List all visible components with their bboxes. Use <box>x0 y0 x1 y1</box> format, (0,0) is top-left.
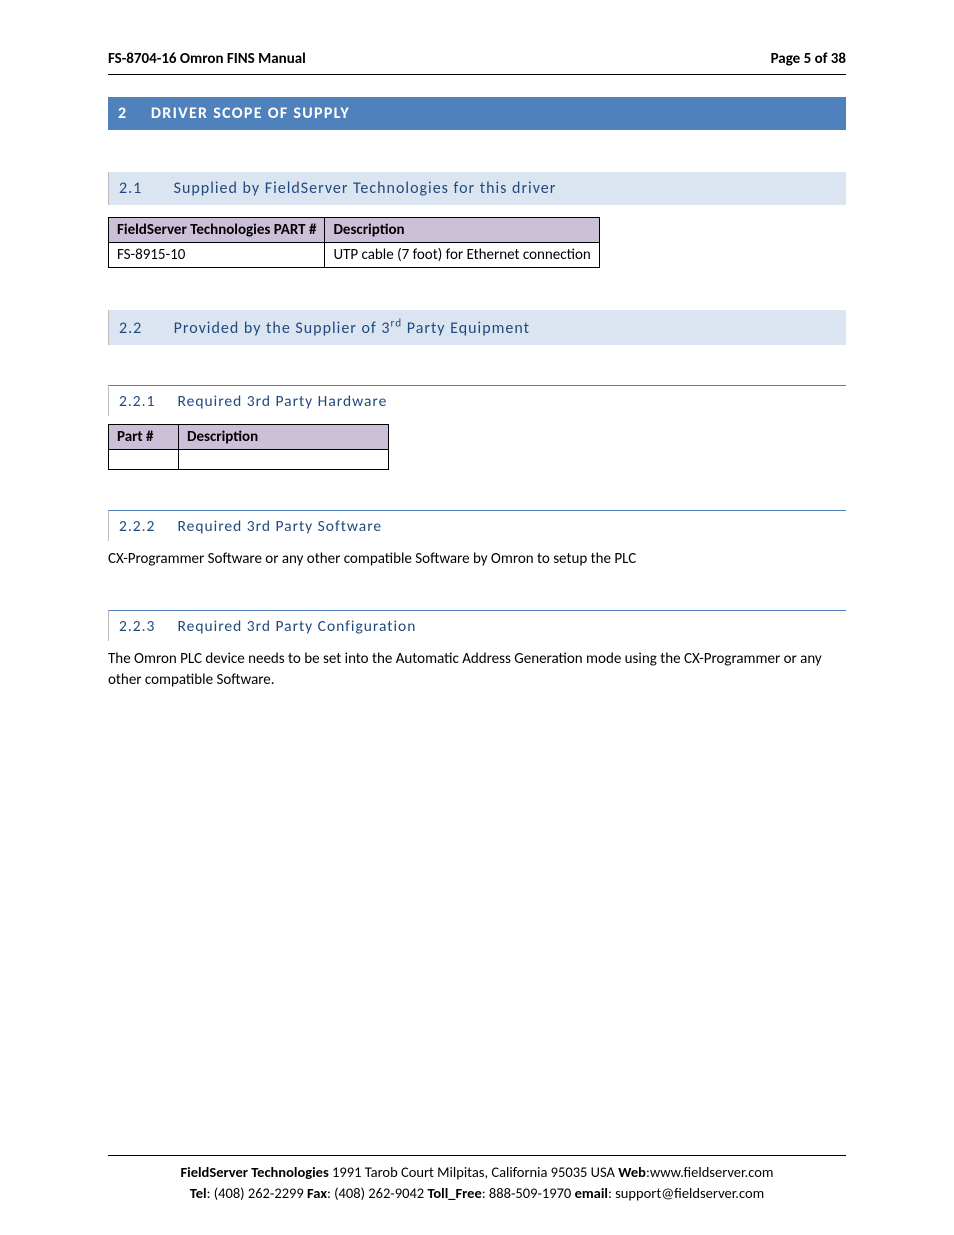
footer-web: :www.fieldserver.com <box>646 1163 774 1181</box>
footer-email-label: email <box>575 1184 608 1202</box>
table-cell: FS-8915-10 <box>109 243 325 268</box>
footer-tollfree: : 888-509-1970 <box>482 1184 575 1202</box>
footer-address: 1991 Tarob Court Milpitas, California 95… <box>329 1163 618 1181</box>
footer-fax: : (408) 262-9042 <box>327 1184 427 1202</box>
subsubsection-number: 2.2.1 <box>119 392 173 411</box>
table-header: Description <box>179 425 389 450</box>
subsubsection-221: 2.2.1 Required 3rd Party Hardware <box>108 385 846 416</box>
subsection-title: Supplied by FieldServer Technologies for… <box>174 179 557 198</box>
footer-tollfree-label: Toll_Free <box>427 1184 481 1202</box>
header-right: Page 5 of 38 <box>771 50 846 68</box>
subsubsection-title: Required 3rd Party Hardware <box>178 392 388 411</box>
body-text: The Omron PLC device needs to be set int… <box>108 649 846 691</box>
subsubsection-222: 2.2.2 Required 3rd Party Software <box>108 510 846 541</box>
subsection-21: 2.1 Supplied by FieldServer Technologies… <box>108 172 846 205</box>
subsubsection-number: 2.2.2 <box>119 517 173 536</box>
footer-tel: : (408) 262-2299 <box>207 1184 307 1202</box>
subsubsection-title: Required 3rd Party Software <box>178 517 383 536</box>
table-header: FieldServer Technologies PART # <box>109 218 325 243</box>
subsection-title: Provided by the Supplier of 3rd Party Eq… <box>174 319 530 338</box>
table-row: FS-8915-10 UTP cable (7 foot) for Ethern… <box>109 243 600 268</box>
section-title: DRIVER SCOPE OF SUPPLY <box>151 104 350 123</box>
table-cell <box>179 450 389 470</box>
section-heading: 2 DRIVER SCOPE OF SUPPLY <box>108 97 846 130</box>
footer-company: FieldServer Technologies <box>180 1163 328 1181</box>
table-header: Description <box>325 218 599 243</box>
table-cell: UTP cable (7 foot) for Ethernet connecti… <box>325 243 599 268</box>
table-cell <box>109 450 179 470</box>
subsubsection-223: 2.2.3 Required 3rd Party Configuration <box>108 610 846 641</box>
section-number: 2 <box>118 104 146 123</box>
page-footer: FieldServer Technologies 1991 Tarob Cour… <box>108 1155 846 1203</box>
subsection-22: 2.2 Provided by the Supplier of 3rd Part… <box>108 310 846 345</box>
table-supplied: FieldServer Technologies PART # Descript… <box>108 217 600 268</box>
subsubsection-title: Required 3rd Party Configuration <box>178 617 417 636</box>
subsection-number: 2.2 <box>119 319 169 338</box>
footer-email: : support@fieldserver.com <box>608 1184 764 1202</box>
footer-fax-label: Fax <box>307 1184 327 1202</box>
footer-tel-label: Tel <box>190 1184 207 1202</box>
header-left: FS-8704-16 Omron FINS Manual <box>108 50 306 68</box>
subsubsection-number: 2.2.3 <box>119 617 173 636</box>
body-text: CX-Programmer Software or any other comp… <box>108 549 846 570</box>
page-header: FS-8704-16 Omron FINS Manual Page 5 of 3… <box>108 50 846 75</box>
subsection-number: 2.1 <box>119 179 169 198</box>
table-hardware: Part # Description <box>108 424 389 470</box>
table-row <box>109 450 389 470</box>
footer-web-label: Web <box>618 1163 646 1181</box>
table-header: Part # <box>109 425 179 450</box>
